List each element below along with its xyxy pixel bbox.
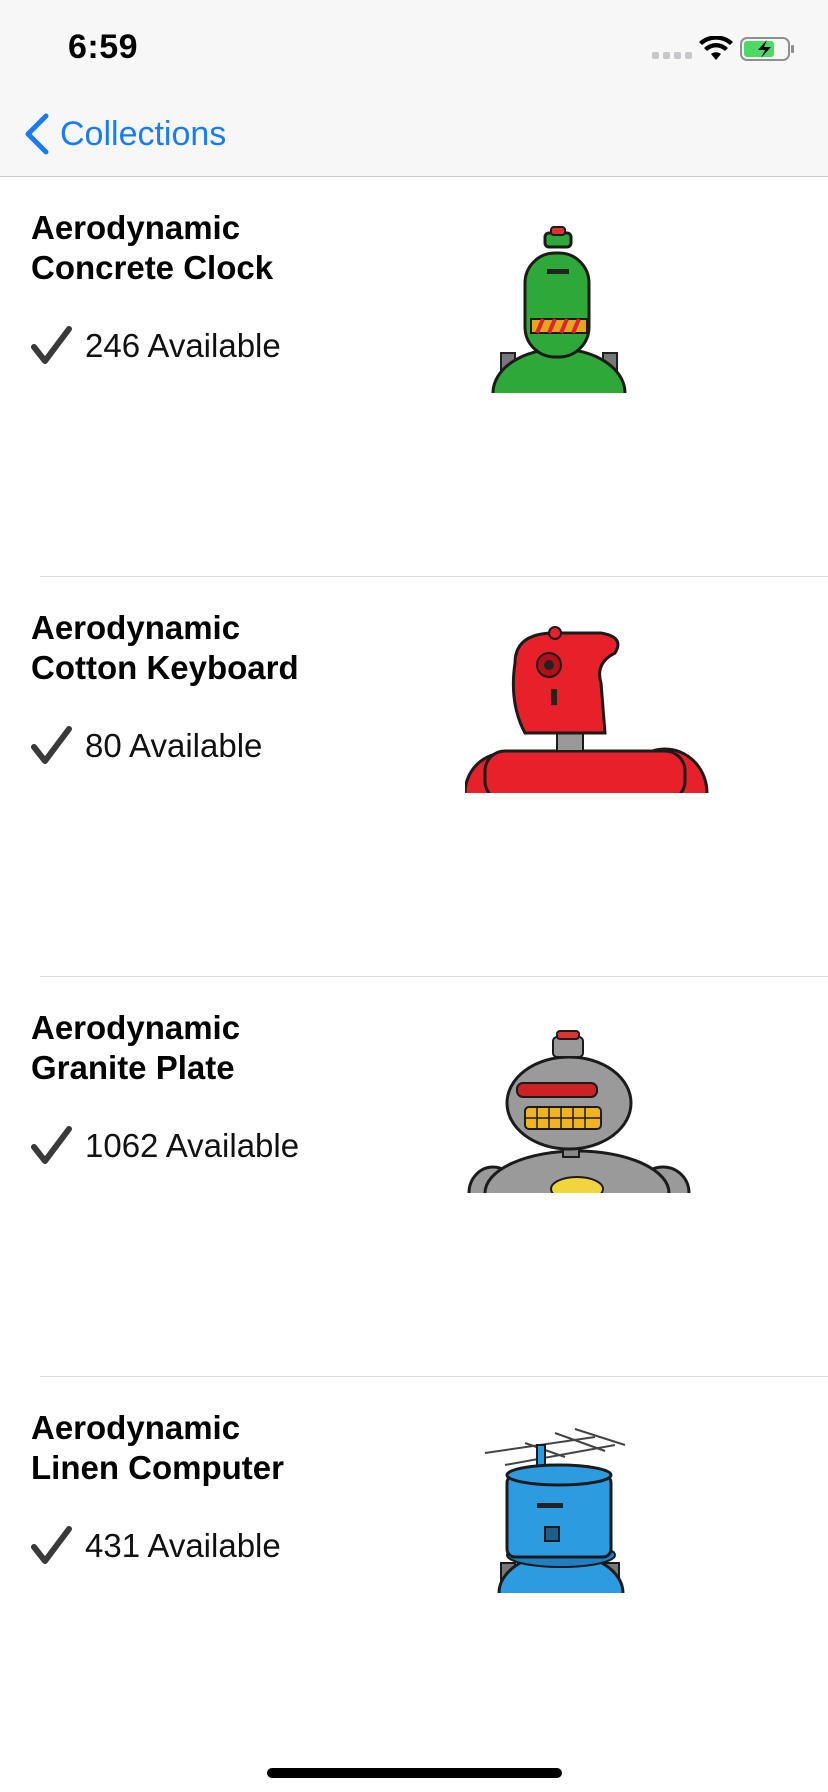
checkmark-icon [31,1526,72,1564]
wifi-icon [699,36,733,60]
item-title: Aerodynamic Concrete Clock [31,209,274,286]
green-robot-image [491,226,627,393]
availability: 80 Available [31,725,262,767]
checkmark-icon [31,1126,72,1164]
item-title: Aerodynamic Linen Computer [31,1409,284,1486]
cellular-signal-icon [652,52,692,59]
available-count: 1062 Available [85,1127,300,1164]
back-button[interactable]: Collections [22,110,226,158]
available-count: 80 Available [85,727,263,764]
status-time: 6:59 [68,28,139,66]
status-bar: 6:59 [0,0,828,92]
available-count: 431 Available [85,1527,281,1564]
checkmark-icon [31,326,72,364]
home-indicator[interactable] [267,1768,562,1778]
chevron-left-icon [25,113,49,155]
navigation-bar: Collections [0,92,828,177]
availability: 431 Available [31,1525,281,1567]
item-title: Aerodynamic Cotton Keyboard [31,609,299,686]
available-count: 246 Available [85,327,281,364]
availability: 246 Available [31,325,281,367]
blue-robot-image [484,1428,626,1593]
list-item[interactable]: Aerodynamic Concrete Clock 246 Available [0,177,828,577]
back-button-label: Collections [60,114,227,153]
collection-list: Aerodynamic Concrete Clock 246 Available… [0,177,828,1777]
list-item[interactable]: Aerodynamic Cotton Keyboard 80 Available [0,577,828,977]
gray-robot-image [467,1030,691,1193]
battery-charging-icon [740,37,794,61]
red-robot-image [465,626,709,793]
checkmark-icon [31,726,72,764]
list-item[interactable]: Aerodynamic Linen Computer 431 Available [0,1377,828,1777]
item-title: Aerodynamic Granite Plate [31,1009,241,1086]
availability: 1062 Available [31,1125,299,1167]
list-item[interactable]: Aerodynamic Granite Plate 1062 Available [0,977,828,1377]
